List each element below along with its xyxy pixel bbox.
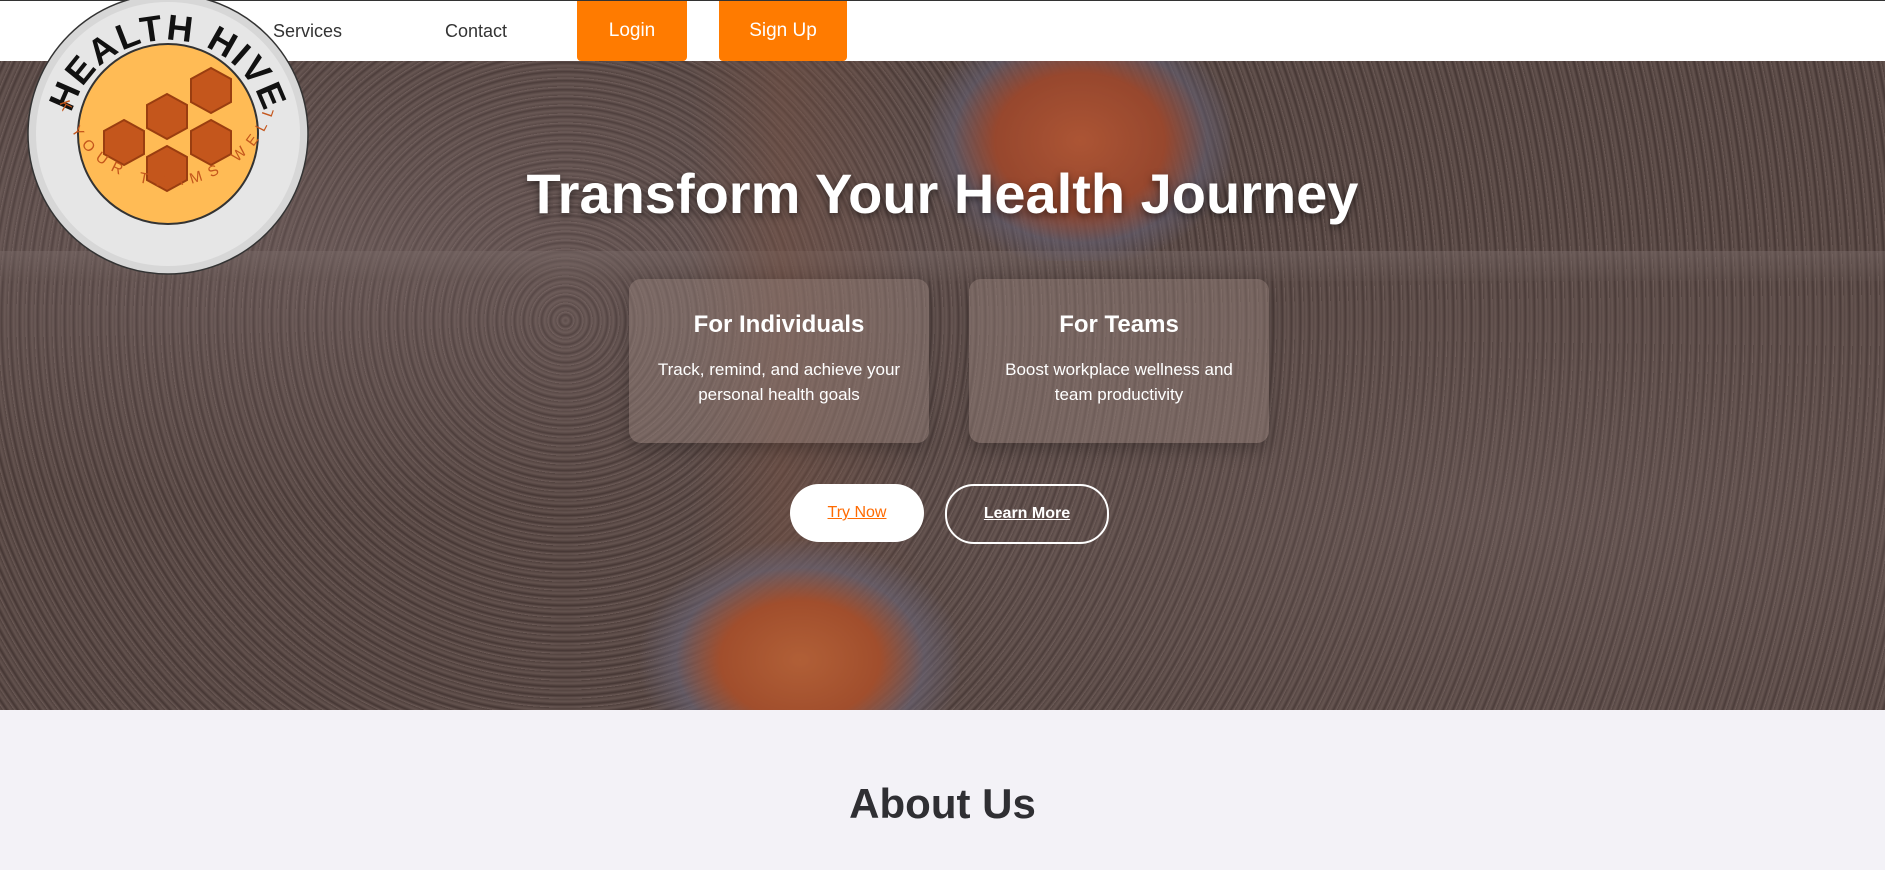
card-individuals-text: Track, remind, and achieve your personal…	[657, 360, 901, 404]
card-individuals-title: For Individuals	[693, 311, 865, 338]
about-title: About Us	[849, 780, 1036, 827]
logo-badge-icon: HEALTH HIVE TRACK YOUR TEAMS WELLNESS	[17, 0, 309, 275]
health-hive-logo[interactable]: HEALTH HIVE TRACK YOUR TEAMS WELLNESS	[17, 0, 310, 282]
about-section: About Us	[0, 710, 1885, 870]
signup-button[interactable]: Sign Up	[719, 1, 847, 61]
nav-link-contact[interactable]: Contact	[445, 21, 507, 42]
card-teams-text: Boost workplace wellness and team produc…	[1005, 360, 1233, 404]
card-teams: For Teams Boost workplace wellness and t…	[969, 279, 1269, 443]
card-teams-title: For Teams	[1059, 311, 1179, 338]
learn-more-button[interactable]: Learn More	[945, 484, 1109, 544]
card-individuals: For Individuals Track, remind, and achie…	[629, 279, 929, 443]
login-button[interactable]: Login	[577, 1, 687, 61]
try-now-button[interactable]: Try Now	[790, 484, 924, 542]
